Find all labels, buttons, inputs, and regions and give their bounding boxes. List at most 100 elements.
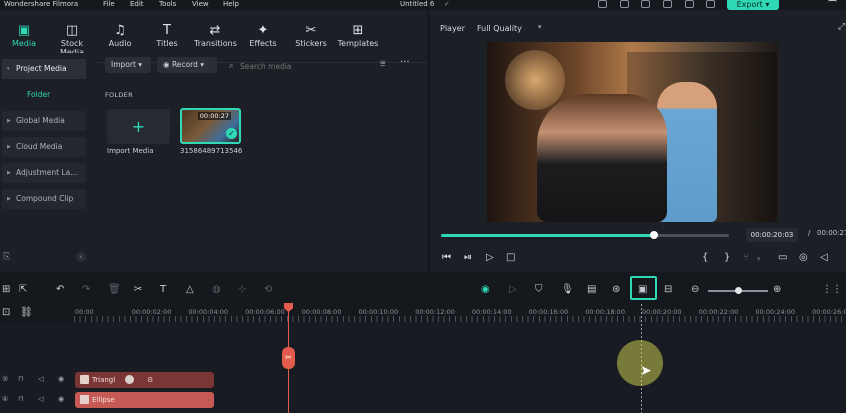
- search-input[interactable]: [240, 59, 360, 73]
- grid-icon[interactable]: ⋮⋮: [822, 284, 842, 295]
- tab-titles[interactable]: T Titles: [151, 22, 183, 62]
- audio-icon[interactable]: ◁: [38, 375, 43, 383]
- adjust-icon: ⊹: [238, 284, 247, 295]
- play-range-icon: ▷: [509, 284, 517, 295]
- collapse-icon[interactable]: ‹: [76, 252, 86, 262]
- sidebar-item-adjustment-layer[interactable]: ▶ Adjustment La...: [2, 163, 86, 183]
- tab-effects[interactable]: ✦ Effects: [246, 22, 280, 62]
- snap-icon[interactable]: ⊛: [612, 284, 620, 295]
- zoom-in-icon[interactable]: ⊕: [773, 284, 781, 295]
- eye-icon[interactable]: ◉: [58, 375, 64, 383]
- marker-icon[interactable]: ⛉: [535, 284, 543, 295]
- playback-scrubber[interactable]: [441, 231, 729, 239]
- export-button[interactable]: Export ▾: [727, 0, 779, 10]
- caption-icon[interactable]: ⊟: [664, 284, 672, 295]
- text-tool-icon[interactable]: T: [160, 284, 166, 295]
- menu-help[interactable]: Help: [223, 0, 239, 8]
- screen-icon[interactable]: [598, 0, 607, 8]
- chevron-down-icon[interactable]: ▾: [538, 23, 542, 31]
- import-media-card[interactable]: +: [107, 109, 170, 144]
- lock-icon[interactable]: ⊓: [18, 395, 23, 403]
- tab-templates[interactable]: ⊞ Templates: [337, 22, 379, 62]
- play-reverse-icon[interactable]: ⏯: [464, 252, 472, 263]
- folder-heading: FOLDER: [105, 91, 133, 99]
- menu-view[interactable]: View: [192, 0, 209, 8]
- track-number-icon: ⑤: [2, 375, 9, 383]
- current-time: 00:00:20:03: [746, 228, 798, 242]
- sidebar-item-project-media[interactable]: ▾ Project Media: [2, 59, 86, 79]
- more-icon[interactable]: ···: [400, 57, 410, 68]
- quality-select[interactable]: Full Quality: [477, 24, 522, 33]
- layout-icon[interactable]: [663, 0, 672, 8]
- sidebar-item-folder[interactable]: Folder: [27, 90, 50, 99]
- templates-icon: ⊞: [352, 23, 364, 38]
- keyframe-icon[interactable]: [125, 375, 134, 384]
- menu-edit[interactable]: Edit: [130, 0, 144, 8]
- pip-icon[interactable]: ▣: [638, 284, 647, 295]
- zoom-out-icon[interactable]: ⊖: [691, 284, 699, 295]
- media-sidebar: ▾ Project Media Folder ▶ Global Media ▶ …: [0, 53, 95, 262]
- minimize-icon[interactable]: [828, 0, 837, 8]
- mark-in-icon[interactable]: {: [702, 252, 708, 263]
- caret-down-icon: ▾: [7, 66, 10, 72]
- media-thumbnail[interactable]: 00:00:27 ✓: [180, 108, 241, 144]
- eye-icon[interactable]: ◉: [58, 395, 64, 403]
- tab-audio-label: Audio: [108, 39, 132, 48]
- cloud-icon[interactable]: [641, 0, 650, 8]
- sidebar-item-cloud-media[interactable]: ▶ Cloud Media: [2, 137, 86, 157]
- settings-icon[interactable]: ⚙: [147, 372, 153, 388]
- timeline-clip-ellipse[interactable]: Ellipse: [75, 392, 214, 408]
- filter-icon[interactable]: ⩸: [380, 59, 385, 69]
- cloud-status-icon: ✓: [444, 0, 450, 8]
- link-icon[interactable]: ⛓: [20, 307, 33, 318]
- check-icon: ✓: [226, 128, 237, 139]
- search-icon: ⌕: [229, 61, 234, 70]
- undo-icon[interactable]: ↶: [56, 284, 64, 295]
- volume-icon[interactable]: ◁: [820, 252, 828, 263]
- add-track-icon[interactable]: ⊡: [2, 307, 10, 318]
- play-icon[interactable]: ▷: [486, 252, 494, 263]
- import-button[interactable]: Import ▾: [105, 57, 151, 73]
- sidebar-item-compound-clip[interactable]: ▶ Compound Clip: [2, 189, 86, 209]
- record-button[interactable]: ◉ Record ▾: [157, 57, 217, 73]
- video-preview[interactable]: [487, 42, 778, 222]
- render-icon[interactable]: ◉: [481, 284, 490, 295]
- expand-icon[interactable]: ⤢: [838, 22, 845, 32]
- stock-media-icon: ◫: [65, 23, 79, 38]
- media-icon: ▣: [17, 23, 31, 38]
- stop-icon[interactable]: □: [506, 252, 515, 263]
- snapshot-icon[interactable]: ◎: [799, 252, 808, 263]
- microphone-icon[interactable]: 🎙: [561, 284, 574, 295]
- media-clip-name: 31586489713546: [180, 147, 243, 155]
- audio-icon[interactable]: ◁: [38, 395, 43, 403]
- download-icon[interactable]: [706, 0, 715, 8]
- previous-frame-icon[interactable]: ⏮: [442, 252, 451, 263]
- timeline-clip-triangle[interactable]: Triangl ⚙: [75, 372, 214, 388]
- gift-icon[interactable]: [685, 0, 694, 8]
- titles-icon: T: [163, 23, 171, 38]
- menu-tools[interactable]: Tools: [159, 0, 176, 8]
- shape-icon[interactable]: △: [186, 284, 194, 295]
- tab-stickers-label: Stickers: [295, 39, 327, 48]
- export-label: Export: [736, 0, 763, 9]
- scrubber-knob[interactable]: [650, 231, 659, 239]
- mark-out-icon[interactable]: }: [724, 252, 730, 263]
- cut-icon[interactable]: ✂: [134, 284, 142, 295]
- feedback-icon[interactable]: [620, 0, 629, 8]
- plus-icon: +: [131, 117, 146, 136]
- ruler-timecode: 00:00:16:00: [528, 308, 569, 316]
- new-folder-icon[interactable]: ⎘: [3, 252, 10, 262]
- tab-stickers[interactable]: ✂ Stickers: [293, 22, 329, 62]
- display-icon[interactable]: ▭: [778, 252, 787, 263]
- sidebar-item-global-media[interactable]: ▶ Global Media: [2, 111, 86, 131]
- voiceover-icon[interactable]: ▤: [587, 284, 596, 295]
- lock-icon[interactable]: ⊓: [18, 375, 23, 383]
- select-tool-icon[interactable]: ⇱: [19, 284, 27, 295]
- playhead-handle[interactable]: ✂: [282, 347, 295, 369]
- layout-grid-icon[interactable]: ⊞: [2, 284, 10, 295]
- menu-file[interactable]: File: [103, 0, 115, 8]
- delete-icon: 🗑: [108, 284, 121, 295]
- zoom-knob[interactable]: [735, 287, 742, 294]
- tab-audio[interactable]: ♫ Audio: [104, 22, 136, 62]
- tab-transitions[interactable]: ⇄ Transitions: [194, 22, 237, 62]
